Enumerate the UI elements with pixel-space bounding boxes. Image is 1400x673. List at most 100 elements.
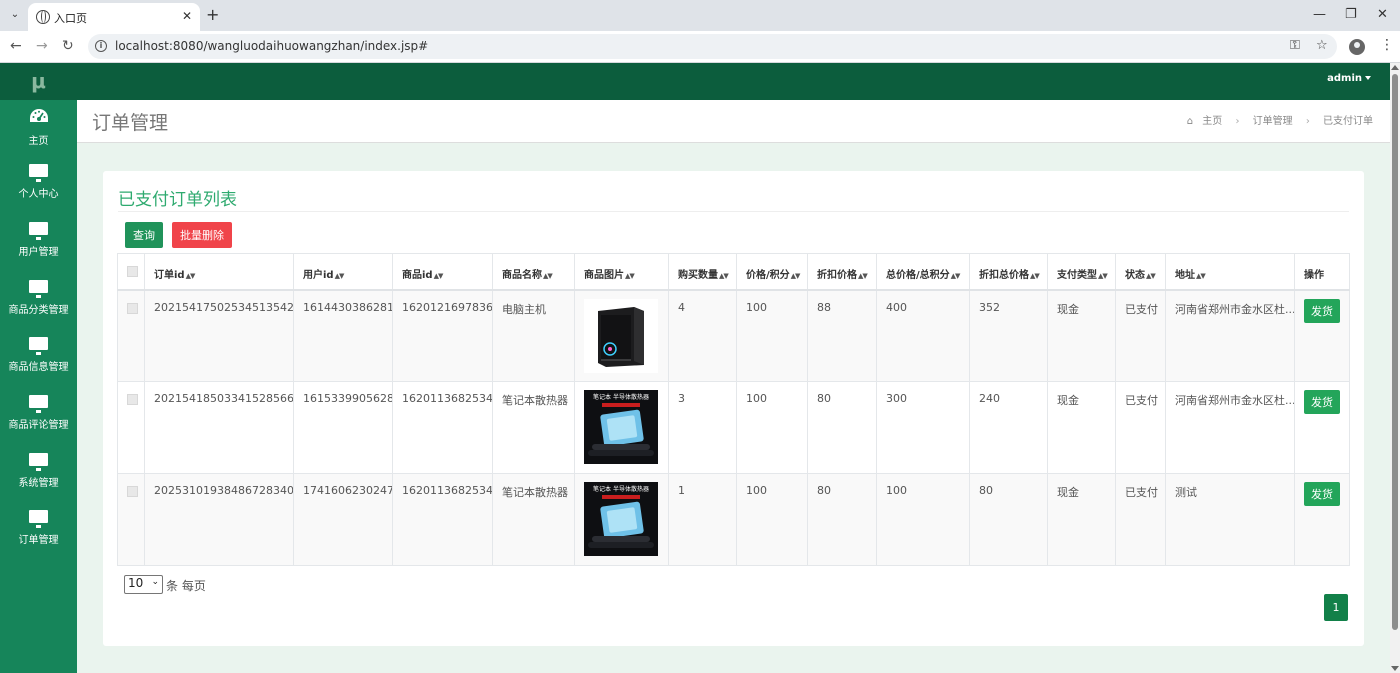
breadcrumb-order-management[interactable]: 订单管理 — [1253, 116, 1293, 127]
page-size-select[interactable]: 10 ⌄ — [124, 575, 163, 594]
column-header[interactable]: 商品id▲▼ — [392, 253, 493, 291]
row-checkbox[interactable] — [127, 394, 138, 405]
close-icon[interactable]: ✕ — [182, 9, 192, 23]
ship-button[interactable]: 发货 — [1304, 482, 1340, 506]
table-header-row: 订单id▲▼ 用户id▲▼ 商品id▲▼ 商品名称▲▼ 商品图片▲▼ 购买数量▲… — [117, 253, 1350, 291]
sidebar-item-goods-management[interactable]: 商品信息管理 — [0, 337, 77, 387]
column-header[interactable]: 支付类型▲▼ — [1047, 253, 1116, 291]
goods-name-cell: 电脑主机 — [492, 289, 575, 382]
chevron-right-icon: › — [1235, 116, 1240, 127]
sidebar-item-review-management[interactable]: 商品评论管理 — [0, 395, 77, 445]
batch-delete-button[interactable]: 批量删除 — [172, 222, 232, 248]
orders-table: 订单id▲▼ 用户id▲▼ 商品id▲▼ 商品名称▲▼ 商品图片▲▼ 购买数量▲… — [117, 253, 1350, 566]
column-header[interactable]: 总价格/总积分▲▼ — [876, 253, 970, 291]
column-header[interactable]: 订单id▲▼ — [144, 253, 294, 291]
sidebar-item-label: 系统管理 — [18, 478, 59, 489]
scroll-down-icon[interactable] — [1391, 666, 1399, 671]
user-menu[interactable]: admin — [1327, 73, 1371, 84]
price-cell: 100 — [736, 381, 808, 474]
page-scrollbar[interactable] — [1390, 63, 1400, 673]
goods-name-cell: 笔记本散热器 — [492, 381, 575, 474]
scrollbar-thumb[interactable] — [1392, 74, 1398, 630]
key-icon[interactable]: ⚿ — [1290, 38, 1300, 53]
action-cell: 发货 — [1294, 473, 1350, 566]
column-header[interactable]: 商品名称▲▼ — [492, 253, 575, 291]
column-header[interactable]: 折扣总价格▲▼ — [969, 253, 1048, 291]
goods-image-cell: 笔记本 半导体散热器 — [574, 473, 669, 566]
star-icon[interactable]: ☆ — [1316, 38, 1328, 53]
status-cell: 已支付 — [1115, 289, 1166, 382]
column-header[interactable]: 状态▲▼ — [1115, 253, 1166, 291]
url-text[interactable]: localhost:8080/wangluodaihuowangzhan/ind… — [115, 39, 428, 53]
sort-icon: ▲▼ — [858, 272, 868, 280]
row-checkbox[interactable] — [127, 486, 138, 497]
sort-icon: ▲▼ — [719, 272, 729, 280]
discount-total-cell: 80 — [969, 473, 1048, 566]
column-header[interactable]: 地址▲▼ — [1165, 253, 1295, 291]
column-header[interactable]: 折扣价格▲▼ — [807, 253, 877, 291]
qty-cell: 3 — [668, 381, 737, 474]
table-row: 20215417502534513542 1614430386281 16201… — [117, 289, 1350, 382]
ship-button[interactable]: 发货 — [1304, 298, 1340, 323]
restore-icon[interactable]: ❐ — [1345, 7, 1357, 22]
sort-icon: ▲▼ — [433, 272, 444, 280]
scroll-up-icon[interactable] — [1391, 65, 1399, 70]
discount-total-cell: 352 — [969, 289, 1048, 382]
sidebar-item-home[interactable]: 主页 — [0, 108, 77, 158]
chevron-down-icon[interactable]: ⌄ — [6, 6, 24, 24]
row-checkbox[interactable] — [127, 302, 138, 314]
info-icon[interactable]: i — [95, 40, 107, 52]
monitor-icon — [29, 395, 48, 413]
browser-tab-bar: ⌄ 入口页 ✕ + — ❐ ✕ — [0, 0, 1400, 31]
reload-icon[interactable]: ↻ — [62, 38, 74, 54]
sidebar-item-label: 个人中心 — [18, 189, 59, 200]
plus-icon[interactable]: + — [206, 5, 219, 24]
divider — [118, 211, 1349, 212]
table-row: 20215418503341528566 1615339905628 16201… — [117, 381, 1350, 474]
kebab-menu-icon[interactable]: ⋮ — [1380, 37, 1394, 53]
address-cell: 河南省郑州市金水区杜... — [1165, 289, 1295, 382]
sidebar-item-order-management[interactable]: 订单管理 — [0, 510, 77, 560]
sidebar-item-personal-center[interactable]: 个人中心 — [0, 164, 77, 214]
column-header[interactable]: 用户id▲▼ — [293, 253, 393, 291]
column-header[interactable]: 购买数量▲▼ — [668, 253, 737, 291]
sort-icon: ▲▼ — [334, 272, 345, 280]
table-row: 202531019384867283400 1741606230247 1620… — [117, 473, 1350, 566]
sidebar-item-label: 用户管理 — [18, 247, 59, 258]
discount-price-cell: 88 — [807, 289, 877, 382]
user-id-cell: 1741606230247 — [293, 473, 393, 566]
minimize-icon[interactable]: — — [1313, 7, 1326, 22]
user-id-cell: 1614430386281 — [293, 289, 393, 382]
goods-id-cell: 1620121697836 — [392, 289, 493, 382]
total-cell: 100 — [876, 473, 970, 566]
sort-icon: ▲▼ — [543, 272, 553, 280]
sort-icon: ▲▼ — [1030, 272, 1040, 280]
column-header[interactable]: 商品图片▲▼ — [574, 253, 669, 291]
query-button[interactable]: 查询 — [125, 222, 163, 248]
monitor-icon — [29, 337, 48, 355]
profile-icon[interactable] — [1349, 39, 1365, 55]
globe-icon — [36, 10, 50, 24]
qty-cell: 1 — [668, 473, 737, 566]
sort-icon: ▲▼ — [185, 272, 196, 280]
ship-button[interactable]: 发货 — [1304, 390, 1340, 414]
select-all-checkbox[interactable] — [127, 266, 138, 277]
sidebar-item-label: 订单管理 — [18, 535, 59, 546]
page-button-current[interactable]: 1 — [1324, 594, 1348, 621]
browser-tab[interactable]: 入口页 ✕ — [28, 3, 200, 31]
forward-icon[interactable]: → — [36, 38, 48, 54]
column-header[interactable]: 价格/积分▲▼ — [736, 253, 808, 291]
breadcrumb-home[interactable]: 主页 — [1202, 116, 1222, 127]
address-bar[interactable]: i localhost:8080/wangluodaihuowangzhan/i… — [88, 34, 1337, 59]
discount-total-cell: 240 — [969, 381, 1048, 474]
sidebar-item-system-management[interactable]: 系统管理 — [0, 453, 77, 503]
pay-type-cell: 现金 — [1047, 473, 1116, 566]
pay-type-cell: 现金 — [1047, 289, 1116, 382]
window-close-icon[interactable]: ✕ — [1377, 7, 1388, 22]
sort-icon: ▲▼ — [790, 272, 801, 280]
sidebar-item-category-management[interactable]: 商品分类管理 — [0, 280, 77, 330]
back-icon[interactable]: ← — [10, 38, 22, 54]
sidebar-item-user-management[interactable]: 用户管理 — [0, 222, 77, 272]
sidebar-item-label: 商品评论管理 — [8, 420, 69, 431]
logo: μ — [0, 63, 77, 100]
